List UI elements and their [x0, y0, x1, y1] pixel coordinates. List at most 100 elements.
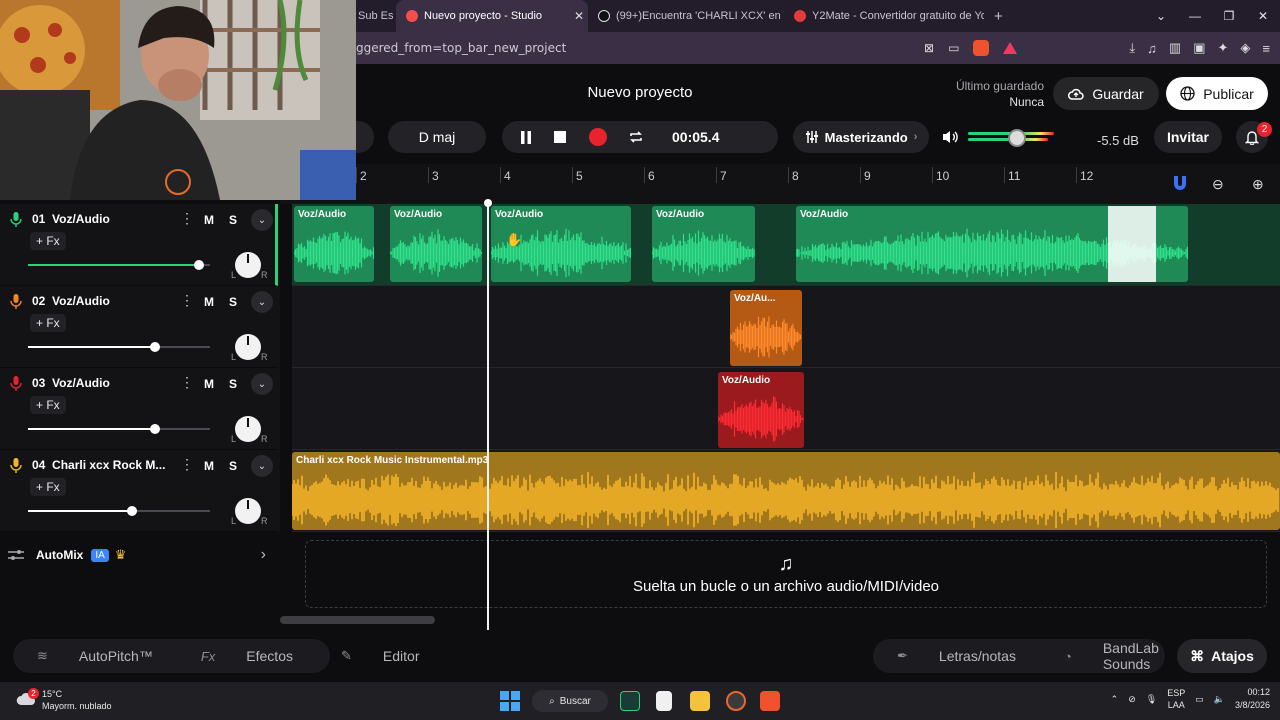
windows-start-icon[interactable]: [500, 691, 520, 711]
add-fx-button[interactable]: + Fx: [30, 396, 66, 414]
magnet-icon[interactable]: [1172, 174, 1188, 192]
automix-row[interactable]: AutoMix IA ♛ ›: [0, 536, 280, 574]
audio-clip[interactable]: Voz/Au...: [730, 290, 802, 366]
chevron-down-icon[interactable]: ⌄: [251, 209, 273, 231]
clock[interactable]: 00:12 3/8/2026: [1235, 686, 1270, 712]
restore-button[interactable]: ❐: [1212, 0, 1246, 32]
track-name[interactable]: 04 Charli xcx Rock M...: [32, 458, 172, 472]
close-tab-icon[interactable]: ✕: [574, 9, 584, 23]
obs-icon[interactable]: [726, 691, 746, 711]
audio-clip[interactable]: Voz/Audio: [718, 372, 804, 448]
menu-icon[interactable]: ≡: [1262, 41, 1270, 56]
brave-browser-icon[interactable]: [760, 691, 780, 711]
lane-track-1[interactable]: Voz/Audio Voz/Audio Voz/Audio Voz/Audio …: [292, 204, 1280, 286]
audio-app-icon[interactable]: [620, 691, 640, 711]
add-fx-button[interactable]: + Fx: [30, 314, 66, 332]
add-fx-button[interactable]: + Fx: [30, 232, 66, 250]
playhead-handle[interactable]: [484, 199, 492, 207]
lane-track-4[interactable]: Charli xcx Rock Music Instrumental.mp3: [292, 450, 1280, 532]
volume-thumb[interactable]: [150, 342, 161, 352]
cast-icon[interactable]: ▭: [948, 41, 959, 55]
display-icon[interactable]: ▭: [1195, 694, 1204, 705]
volume-thumb[interactable]: [126, 506, 137, 516]
mute-button[interactable]: M: [198, 292, 220, 312]
language-indicator[interactable]: ESP LAA: [1167, 687, 1185, 711]
chevron-right-icon[interactable]: ›: [261, 546, 266, 564]
track-name[interactable]: 03 Voz/Audio: [32, 376, 172, 390]
chevron-up-icon[interactable]: ⌃: [1111, 694, 1119, 705]
track-header-1[interactable]: 01 Voz/Audio ⋮ M S ⌄ + Fx L R: [0, 204, 278, 286]
audio-clip[interactable]: Voz/Audio: [294, 206, 374, 282]
volume-thumb[interactable]: [150, 424, 161, 434]
vpn-icon[interactable]: ◈: [1240, 40, 1250, 56]
volume-slider[interactable]: [28, 424, 210, 434]
pan-knob[interactable]: [235, 334, 261, 360]
file-explorer-icon[interactable]: [690, 691, 710, 711]
volume-slider[interactable]: [28, 342, 210, 352]
autopitch-button[interactable]: ≋ AutoPitch™: [13, 648, 177, 664]
weather-widget[interactable]: 2 15°C Mayorm. nublado: [16, 688, 112, 712]
track-name[interactable]: 02 Voz/Audio: [32, 294, 172, 308]
volume-knob[interactable]: [1008, 129, 1026, 147]
track-header-2[interactable]: 02 Voz/Audio ⋮ M S ⌄ + Fx L R: [0, 286, 278, 368]
tab-tiktok[interactable]: (99+)Encuentra 'CHARLI XCX' en Tik: [588, 0, 784, 32]
pause-button[interactable]: [510, 121, 542, 153]
music-icon[interactable]: ♫: [1147, 41, 1157, 56]
network-off-icon[interactable]: ⊘: [1128, 694, 1136, 705]
track-header-4[interactable]: 04 Charli xcx Rock M... ⋮ M S ⌄ + Fx L R: [0, 450, 278, 532]
tab-sub[interactable]: Sub Es: [356, 0, 396, 32]
solo-button[interactable]: S: [222, 374, 244, 394]
audio-clip[interactable]: Voz/Audio: [390, 206, 482, 282]
wallet-icon[interactable]: ▣: [1193, 40, 1205, 56]
mute-button[interactable]: M: [198, 456, 220, 476]
volume-icon[interactable]: 🔈: [1214, 694, 1225, 705]
loop-button[interactable]: [620, 121, 652, 153]
editor-button[interactable]: ✎ Editor: [317, 648, 443, 664]
zoom-out-icon[interactable]: ⊖: [1212, 176, 1224, 193]
timeline-ruler[interactable]: 2 3 4 5 6 7 8 9 10 11 12: [280, 164, 1280, 204]
solo-button[interactable]: S: [222, 456, 244, 476]
taskbar-search[interactable]: ⌕ Buscar: [532, 690, 608, 712]
new-tab-button[interactable]: +: [984, 0, 1013, 32]
pan-knob[interactable]: [235, 252, 261, 278]
url-field[interactable]: ggered_from=top_bar_new_project: [356, 41, 566, 55]
speaker-icon[interactable]: [941, 129, 959, 150]
record-button[interactable]: [582, 121, 614, 153]
microphone-icon[interactable]: 🎙: [1146, 694, 1157, 705]
lane-track-2[interactable]: Voz/Au...: [292, 286, 1280, 368]
brave-shield-icon[interactable]: [973, 40, 990, 56]
track-header-3[interactable]: 03 Voz/Audio ⋮ M S ⌄ + Fx L R: [0, 368, 278, 450]
zoom-in-icon[interactable]: ⊕: [1252, 176, 1264, 193]
chevron-down-icon[interactable]: ⌄: [251, 291, 273, 313]
no-tracking-icon[interactable]: ⊠: [924, 41, 934, 55]
solo-button[interactable]: S: [222, 292, 244, 312]
master-volume-meter[interactable]: [968, 129, 1066, 147]
lyrics-button[interactable]: ✒ Letras/notas: [873, 648, 1040, 664]
audio-clip[interactable]: Charli xcx Rock Music Instrumental.mp3: [292, 452, 1280, 530]
leo-ai-icon[interactable]: ✦: [1218, 40, 1229, 56]
volume-slider[interactable]: [28, 260, 210, 270]
more-icon[interactable]: ⋮: [180, 292, 194, 309]
volume-thumb[interactable]: [194, 260, 205, 270]
playhead[interactable]: [487, 200, 489, 630]
notepad-icon[interactable]: [656, 691, 672, 711]
chevron-down-icon[interactable]: ⌄: [251, 455, 273, 477]
invite-button[interactable]: Invitar: [1154, 121, 1222, 153]
close-window-button[interactable]: ✕: [1246, 0, 1280, 32]
volume-slider[interactable]: [28, 506, 210, 516]
effects-button[interactable]: Fx Efectos: [177, 648, 317, 664]
key-selector[interactable]: D maj: [388, 121, 486, 153]
shortcuts-button[interactable]: ⌘ Atajos: [1177, 639, 1267, 673]
more-icon[interactable]: ⋮: [180, 374, 194, 391]
minimize-button[interactable]: —: [1178, 0, 1212, 32]
publish-button[interactable]: Publicar: [1166, 77, 1268, 110]
timeline[interactable]: Voz/Audio Voz/Audio Voz/Audio Voz/Audio …: [292, 204, 1280, 532]
chevron-down-icon[interactable]: ⌄: [1144, 0, 1178, 32]
sidebar-icon[interactable]: ▥: [1169, 40, 1181, 56]
save-button[interactable]: Guardar: [1053, 77, 1159, 110]
stop-button[interactable]: [544, 121, 576, 153]
lane-track-3[interactable]: Voz/Audio: [292, 368, 1280, 450]
horizontal-scrollbar[interactable]: [280, 616, 435, 624]
solo-button[interactable]: S: [222, 210, 244, 230]
mastering-button[interactable]: Masterizando ›: [793, 121, 929, 153]
